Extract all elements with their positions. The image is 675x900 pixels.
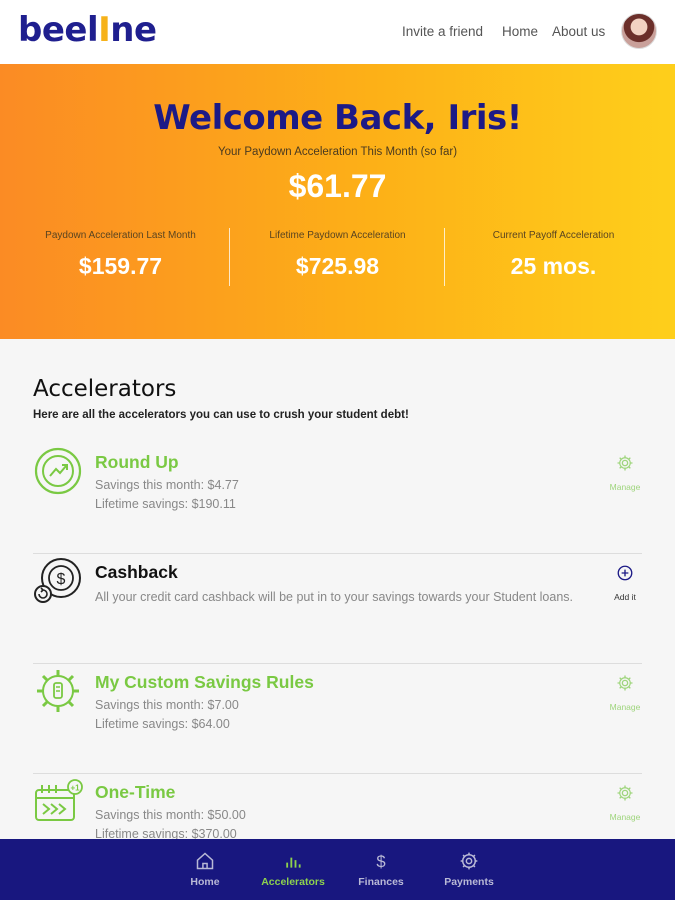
gear-icon (460, 852, 478, 870)
bar-chart-icon (286, 857, 301, 868)
lifetime-savings: Lifetime savings: $64.00 (95, 717, 230, 731)
nav-invite-friend[interactable]: Invite a friend (402, 24, 483, 39)
manage-button[interactable]: Manage (603, 674, 647, 712)
svg-text:+1: +1 (70, 784, 80, 793)
accelerator-custom-rules: My Custom Savings Rules Savings this mon… (33, 664, 642, 774)
add-circle-icon (617, 565, 633, 581)
accelerators-subtitle: Here are all the accelerators you can us… (33, 409, 409, 421)
svg-text:$: $ (376, 852, 385, 871)
stat-last-month: Paydown Acceleration Last Month $159.77 (8, 230, 233, 280)
welcome-banner: Welcome Back, Iris! Your Paydown Acceler… (0, 64, 675, 339)
custom-rules-icon (37, 670, 79, 712)
this-month-label: Your Paydown Acceleration This Month (so… (217, 146, 458, 158)
bottom-nav: Home Accelerators $ Finances Payments (0, 839, 675, 900)
stat-label: Paydown Acceleration Last Month (45, 230, 196, 241)
accelerator-cashback: $ Cashback All your credit card cashback… (33, 554, 642, 664)
accelerators-title: Accelerators (33, 376, 177, 402)
tab-label: Payments (444, 876, 494, 888)
accelerator-round-up: Round Up Savings this month: $4.77 Lifet… (33, 444, 642, 554)
one-time-icon: +1 (35, 779, 83, 821)
manage-button[interactable]: Manage (603, 454, 647, 492)
stat-value: 25 mos. (510, 253, 597, 279)
tab-payments[interactable]: Payments (429, 851, 509, 888)
lifetime-savings: Lifetime savings: $190.11 (95, 497, 236, 511)
tab-finances[interactable]: $ Finances (341, 851, 421, 888)
round-up-icon (34, 447, 82, 495)
accelerator-name: One-Time (95, 782, 176, 802)
dollar-icon: $ (376, 852, 385, 871)
tab-label: Accelerators (261, 876, 325, 888)
stat-payoff: Current Payoff Acceleration 25 mos. (441, 230, 666, 280)
stat-value: $725.98 (295, 253, 380, 279)
stat-lifetime: Lifetime Paydown Acceleration $725.98 (225, 230, 450, 280)
tab-label: Finances (358, 876, 404, 888)
savings-this-month: Savings this month: $7.00 (95, 698, 239, 712)
gear-icon (617, 455, 633, 471)
accelerator-name: My Custom Savings Rules (95, 672, 314, 692)
svg-text:$: $ (57, 571, 66, 588)
tab-accelerators[interactable]: Accelerators (253, 851, 333, 888)
accelerator-name: Round Up (95, 452, 179, 472)
stat-label: Lifetime Paydown Acceleration (269, 230, 406, 241)
savings-this-month: Savings this month: $50.00 (95, 808, 246, 822)
stat-value: $159.77 (78, 253, 163, 279)
tab-label: Home (190, 876, 220, 888)
manage-label: Manage (609, 812, 641, 822)
welcome-title: Welcome Back, Iris! (153, 98, 522, 138)
add-it-button[interactable]: Add it (603, 564, 647, 602)
cashback-icon: $ (34, 558, 81, 603)
manage-label: Manage (609, 482, 641, 492)
accelerator-name: Cashback (95, 562, 178, 582)
gear-icon (617, 785, 633, 801)
nav-about-us[interactable]: About us (552, 24, 605, 39)
home-icon (196, 852, 214, 870)
manage-button[interactable]: Manage (603, 784, 647, 822)
nav-home[interactable]: Home (502, 24, 538, 39)
user-avatar[interactable] (621, 13, 657, 49)
accelerator-description: All your credit card cashback will be pu… (95, 590, 574, 604)
stat-label: Current Payoff Acceleration (492, 230, 615, 241)
gear-icon (617, 675, 633, 691)
top-header: beelIne Invite a friend Home About us (0, 0, 675, 64)
beeline-logo[interactable]: beelIne (18, 10, 157, 50)
savings-this-month: Savings this month: $4.77 (95, 478, 239, 492)
this-month-amount: $61.77 (288, 168, 387, 204)
manage-label: Manage (609, 702, 641, 712)
tab-home[interactable]: Home (165, 851, 245, 888)
add-it-label: Add it (614, 592, 636, 602)
